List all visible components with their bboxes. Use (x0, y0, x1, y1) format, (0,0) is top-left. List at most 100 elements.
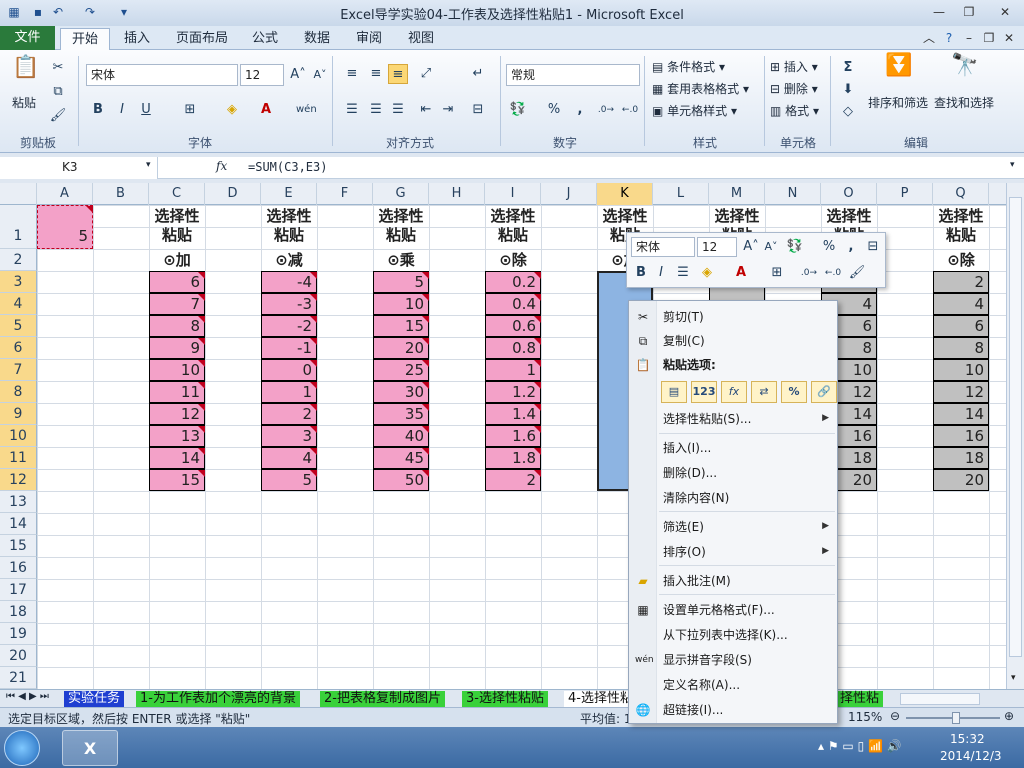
doc-close-button[interactable]: ✕ (996, 29, 1022, 47)
column-header[interactable]: E (261, 183, 317, 205)
row-header[interactable]: 6 (0, 337, 37, 359)
cell-c9[interactable]: 12 (149, 403, 205, 425)
column-header[interactable]: O (821, 183, 877, 205)
expand-formula-icon[interactable]: ▾ (1010, 160, 1015, 170)
cell-e11[interactable]: 4 (261, 447, 317, 469)
cell-g10[interactable]: 40 (373, 425, 429, 447)
cell-q9[interactable]: 14 (933, 403, 989, 425)
mini-grow-font-icon[interactable]: A˄ (741, 237, 761, 257)
column-header[interactable]: K (597, 183, 653, 205)
paste-option-formulas-icon[interactable]: fx (721, 381, 747, 403)
cell-e3[interactable]: -4 (261, 271, 317, 293)
menu-item-hyperlink[interactable]: 超链接(I)... (663, 700, 723, 720)
format-cells-button[interactable]: ▥ 格式 ▾ (770, 102, 819, 119)
zoom-slider-thumb[interactable] (952, 712, 960, 724)
mini-percent-button[interactable]: % (819, 237, 839, 257)
font-size-select[interactable]: 12 (240, 64, 284, 86)
cell-i4[interactable]: 0.4 (485, 293, 541, 315)
row-header[interactable]: 4 (0, 293, 37, 315)
border-icon[interactable]: ⊞ (180, 100, 200, 120)
formula-input[interactable]: =SUM(C3,E3) (248, 160, 327, 174)
copy-icon[interactable]: ⧉ (48, 82, 68, 102)
name-box-dropdown-icon[interactable]: ▾ (146, 160, 151, 170)
row-header[interactable]: 10 (0, 425, 37, 447)
row-header[interactable]: 18 (0, 601, 37, 623)
mini-decrease-decimal-icon[interactable]: ←.0 (823, 263, 843, 283)
cell-e7[interactable]: 0 (261, 359, 317, 381)
format-painter-icon[interactable]: 🖌 (48, 106, 68, 126)
mini-border-icon[interactable]: ⊞ (767, 263, 787, 283)
cell-c4[interactable]: 7 (149, 293, 205, 315)
format-as-table-button[interactable]: ▦ 套用表格格式 ▾ (652, 80, 749, 97)
shrink-font-icon[interactable]: A˅ (310, 65, 330, 85)
cell-e12[interactable]: 5 (261, 469, 317, 491)
cell-q8[interactable]: 12 (933, 381, 989, 403)
column-header[interactable]: H (429, 183, 485, 205)
tab-data[interactable]: 数据 (298, 28, 336, 50)
menu-item-sort[interactable]: 排序(O) (663, 542, 706, 562)
paste-option-formatting-icon[interactable]: % (781, 381, 807, 403)
wrap-text-icon[interactable]: ↵ (468, 64, 488, 84)
cell-i11[interactable]: 1.8 (485, 447, 541, 469)
tab-insert[interactable]: 插入 (116, 28, 158, 50)
menu-item-paste-special[interactable]: 选择性粘贴(S)... (663, 409, 751, 429)
cell-c8[interactable]: 11 (149, 381, 205, 403)
column-header[interactable]: D (205, 183, 261, 205)
row-header[interactable]: 12 (0, 469, 37, 491)
find-select-button[interactable]: 查找和选择 (934, 94, 994, 111)
paste-icon[interactable]: 📋 (12, 57, 39, 88)
menu-item-format-cells[interactable]: 设置单元格格式(F)... (663, 600, 775, 620)
sheet-nav-icon[interactable]: ⏮ ◀ ▶ ⏭ (6, 691, 49, 702)
horizontal-scrollbar[interactable] (900, 693, 980, 705)
sort-filter-icon[interactable]: ⏬ (884, 55, 914, 86)
cell-i10[interactable]: 1.6 (485, 425, 541, 447)
cell-q12[interactable]: 20 (933, 469, 989, 491)
font-color-icon[interactable]: A (256, 100, 276, 120)
underline-button[interactable]: U (136, 100, 156, 120)
cell-i6[interactable]: 0.8 (485, 337, 541, 359)
mini-shrink-font-icon[interactable]: A˅ (761, 237, 781, 257)
find-select-icon[interactable]: 🔭 (950, 55, 980, 86)
align-right-icon[interactable]: ☰ (388, 100, 408, 120)
row-header[interactable]: 19 (0, 623, 37, 645)
cell-i8[interactable]: 1.2 (485, 381, 541, 403)
cell-e9[interactable]: 2 (261, 403, 317, 425)
mini-italic-icon[interactable]: I (651, 263, 671, 283)
cell-c5[interactable]: 8 (149, 315, 205, 337)
increase-indent-icon[interactable]: ⇥ (438, 100, 458, 120)
cell-i3[interactable]: 0.2 (485, 271, 541, 293)
number-format-select[interactable]: 常规 (506, 64, 640, 86)
cell-i5[interactable]: 0.6 (485, 315, 541, 337)
cell-g12[interactable]: 50 (373, 469, 429, 491)
column-header[interactable]: J (541, 183, 597, 205)
mini-merge-icon[interactable]: ⊟ (863, 237, 883, 257)
menu-item-phonetic[interactable]: 显示拼音字段(S) (663, 650, 752, 670)
column-header[interactable]: Q (933, 183, 989, 205)
cell-c7[interactable]: 10 (149, 359, 205, 381)
grow-font-icon[interactable]: A˄ (288, 65, 308, 85)
excel-taskbar-icon[interactable]: X (62, 730, 118, 766)
fill-color-icon[interactable]: ◈ (222, 100, 242, 120)
tab-formulas[interactable]: 公式 (246, 28, 284, 50)
menu-item-define-name[interactable]: 定义名称(A)... (663, 675, 740, 695)
name-box[interactable]: K3 (0, 157, 158, 179)
sheet-tab[interactable]: 1-为工作表加个漂亮的背景 (136, 691, 300, 707)
cell-i12[interactable]: 2 (485, 469, 541, 491)
mini-currency-icon[interactable]: 💱 (785, 237, 805, 257)
cell-g4[interactable]: 10 (373, 293, 429, 315)
select-all-corner[interactable] (0, 183, 37, 205)
menu-item-delete[interactable]: 删除(D)... (663, 463, 717, 483)
close-button[interactable]: ✕ (992, 3, 1018, 21)
conditional-format-button[interactable]: ▤ 条件格式 ▾ (652, 58, 725, 75)
bold-button[interactable]: B (88, 100, 108, 120)
fill-icon[interactable]: ⬇ (838, 80, 858, 100)
paste-option-values-icon[interactable]: 123 (691, 381, 717, 403)
start-button[interactable] (4, 730, 40, 766)
mini-bold-icon[interactable]: B (631, 263, 651, 283)
column-header[interactable]: I (485, 183, 541, 205)
decrease-indent-icon[interactable]: ⇤ (416, 100, 436, 120)
italic-button[interactable]: I (112, 100, 132, 120)
cell-a1[interactable]: 5 (37, 205, 93, 249)
row-header[interactable]: 14 (0, 513, 37, 535)
clock-date[interactable]: 2014/12/3 (940, 749, 1002, 763)
